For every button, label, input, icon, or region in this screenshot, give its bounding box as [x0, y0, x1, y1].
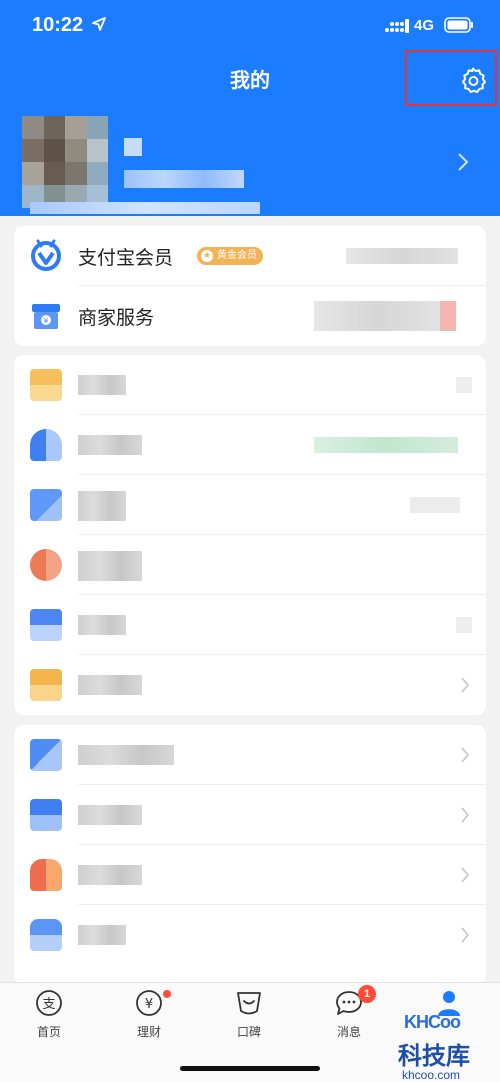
header: 10:22 4G 我的: [0, 0, 500, 216]
alipay-member-row[interactable]: 支付宝会员 ★ 黄金会员: [14, 226, 486, 286]
merchant-badge-redacted: [440, 301, 456, 331]
gear-icon: [461, 67, 486, 93]
chevron-right-icon: [461, 807, 470, 823]
tab-messages-label: 消息: [336, 1025, 361, 1039]
item-value-redacted: [456, 617, 472, 633]
item-value-redacted: [456, 377, 472, 393]
signal-icon: [385, 19, 409, 33]
yuan-icon: ¥: [136, 990, 162, 1016]
shield-icon: [30, 799, 62, 831]
tab-messages[interactable]: 1 消息: [314, 985, 384, 1043]
list-item[interactable]: [14, 785, 486, 845]
list-item[interactable]: [14, 655, 486, 715]
wallet-icon: [30, 369, 62, 401]
item-label-redacted: [78, 551, 142, 581]
battery-icon: [444, 17, 473, 33]
settings-button[interactable]: [405, 50, 497, 106]
username-redacted: [124, 138, 142, 156]
watermark-url: khcoo.com: [402, 1068, 461, 1082]
item-value-redacted: [314, 437, 458, 453]
gold-member-badge: ★ 黄金会员: [197, 247, 263, 265]
tab-koubei[interactable]: 口碑: [214, 989, 284, 1043]
watermark: KHCoo 科技库 khcoo.com: [398, 1010, 498, 1082]
card-icon: [30, 489, 62, 521]
item-label-redacted: [78, 435, 142, 455]
profile-info-redacted: [30, 202, 260, 214]
watermark-name: 科技库: [398, 1042, 470, 1070]
network-label: 4G: [414, 17, 435, 34]
koubei-icon: [237, 992, 261, 1015]
list-item[interactable]: [14, 475, 486, 535]
tab-home[interactable]: 支 首页: [14, 989, 84, 1043]
watermark-logo: KHCoo: [404, 1012, 461, 1032]
home-icon: 支: [36, 990, 62, 1016]
heart-icon: [30, 859, 62, 891]
list-item[interactable]: [14, 535, 486, 595]
item-label-redacted: [78, 745, 174, 765]
tab-wealth[interactable]: ¥ 理财: [114, 989, 184, 1043]
alipay-member-label: 支付宝会员: [78, 247, 174, 269]
tab-home-label: 首页: [36, 1025, 61, 1039]
member-info-redacted: [346, 248, 458, 264]
chevron-right-icon: [461, 677, 470, 693]
membership-card: 支付宝会员 ★ 黄金会员 ¥ 商家服务: [14, 226, 486, 346]
svg-text:¥: ¥: [145, 997, 153, 1012]
gold-member-badge-text: 黄金会员: [217, 250, 257, 261]
item-label-redacted: [78, 805, 142, 825]
merchant-service-row[interactable]: ¥ 商家服务: [14, 286, 486, 346]
tab-koubei-label: 口碑: [236, 1025, 261, 1039]
member-shield-icon: [31, 239, 61, 271]
svg-text:支: 支: [42, 997, 55, 1012]
status-bar: 10:22 4G: [0, 0, 500, 55]
location-arrow-icon: [92, 17, 106, 31]
chevron-right-icon: [461, 927, 470, 943]
list-item[interactable]: [14, 725, 486, 785]
list-item[interactable]: [14, 595, 486, 655]
merchant-service-label: 商家服务: [78, 307, 155, 329]
box-icon: [30, 609, 62, 641]
star-icon: ★: [201, 250, 213, 262]
chevron-right-icon: [461, 747, 470, 763]
item-label-redacted: [78, 491, 126, 521]
list-item[interactable]: [14, 905, 486, 965]
services-card: [14, 355, 486, 715]
list-item[interactable]: [14, 415, 486, 475]
list-item[interactable]: [14, 845, 486, 905]
store-icon: ¥: [32, 304, 60, 329]
svg-text:¥: ¥: [44, 317, 49, 325]
item-value-redacted: [410, 497, 460, 513]
item-label-redacted: [78, 375, 126, 395]
home-indicator[interactable]: [180, 1066, 320, 1071]
item-label-redacted: [78, 865, 142, 885]
avatar[interactable]: [22, 116, 108, 208]
notification-dot: [162, 989, 172, 999]
grid-icon: [30, 739, 62, 771]
status-time: 10:22: [32, 14, 84, 36]
profile-section[interactable]: [0, 110, 500, 216]
gift-icon: [30, 669, 62, 701]
chevron-right-icon: [458, 153, 469, 171]
folder-icon: [30, 919, 62, 951]
merchant-info-redacted: [314, 301, 440, 331]
tab-wealth-label: 理财: [136, 1025, 161, 1039]
message-badge: 1: [358, 985, 376, 1003]
circle-icon: [30, 549, 62, 581]
pie-chart-icon: [30, 429, 62, 461]
item-label-redacted: [78, 925, 126, 945]
more-services-card: [14, 725, 486, 985]
list-item[interactable]: [14, 355, 486, 415]
account-redacted: [124, 170, 244, 188]
item-label-redacted: [78, 615, 126, 635]
chevron-right-icon: [461, 867, 470, 883]
item-label-redacted: [78, 675, 142, 695]
